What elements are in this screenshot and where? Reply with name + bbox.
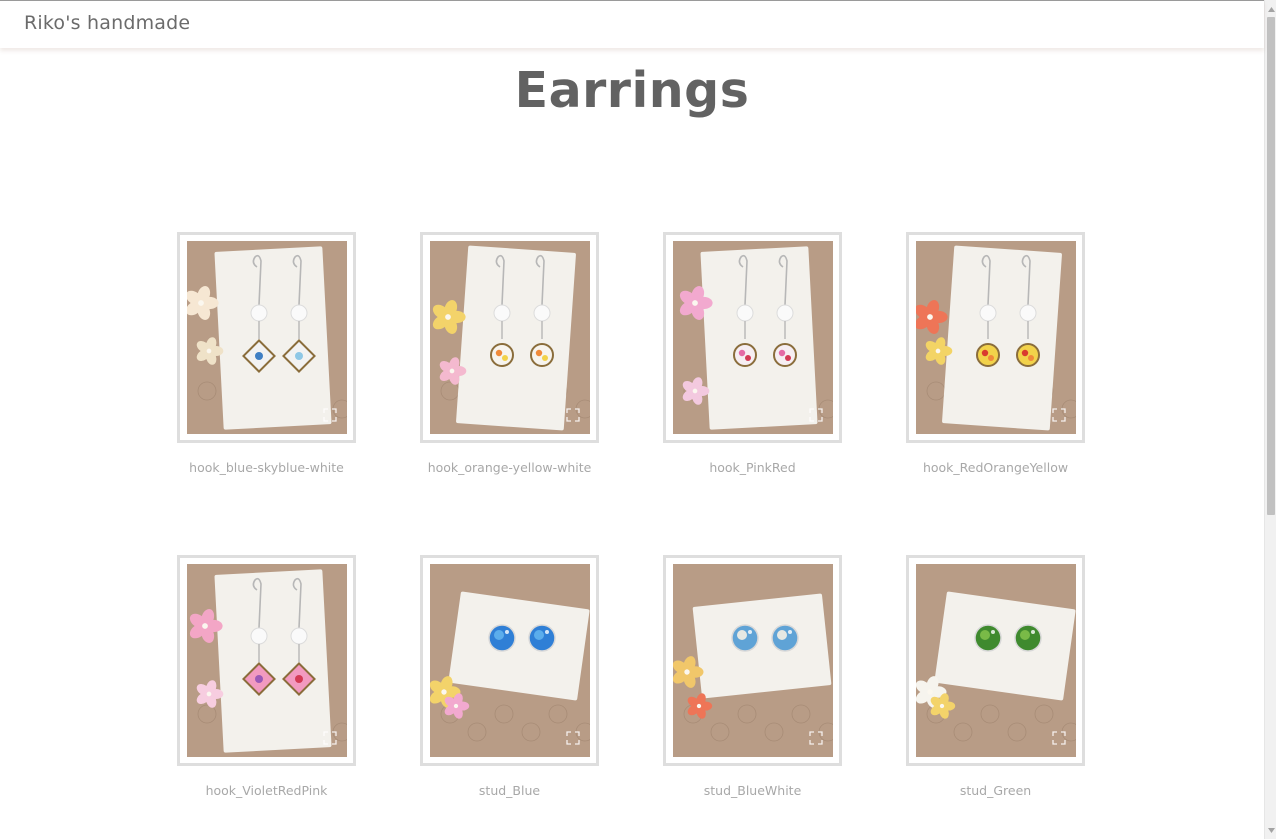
expand-icon[interactable] <box>1052 731 1066 745</box>
product-caption[interactable]: hook_blue-skyblue-white <box>177 460 356 475</box>
scroll-up-arrow-icon[interactable] <box>1265 2 1276 16</box>
expand-icon[interactable] <box>1052 408 1066 422</box>
product-thumbnail[interactable] <box>906 232 1085 443</box>
product-photo <box>916 564 1076 757</box>
product-caption[interactable]: hook_PinkRed <box>663 460 842 475</box>
gallery-item: hook_blue-skyblue-white <box>177 232 356 555</box>
expand-icon[interactable] <box>809 408 823 422</box>
product-photo-art <box>673 564 833 757</box>
gallery-item: hook_PinkRed <box>663 232 842 555</box>
scrollbar-thumb[interactable] <box>1267 17 1275 515</box>
product-photo <box>673 241 833 434</box>
product-photo <box>187 564 347 757</box>
product-caption[interactable]: stud_BlueWhite <box>663 783 842 798</box>
product-photo-art <box>187 564 347 757</box>
product-photo <box>187 241 347 434</box>
product-gallery: hook_blue-skyblue-white hook_orange-yell… <box>177 232 1087 839</box>
product-photo-art <box>916 564 1076 757</box>
product-photo <box>673 564 833 757</box>
gallery-item: hook_orange-yellow-white <box>420 232 599 555</box>
gallery-item: hook_VioletRedPink <box>177 555 356 839</box>
product-photo-art <box>673 241 833 434</box>
expand-icon[interactable] <box>323 408 337 422</box>
browser-viewport: Riko's handmade Earrings hook_blue-skybl… <box>0 0 1276 839</box>
expand-icon[interactable] <box>566 731 580 745</box>
expand-icon[interactable] <box>809 731 823 745</box>
product-photo <box>430 564 590 757</box>
expand-icon[interactable] <box>566 408 580 422</box>
product-caption[interactable]: hook_orange-yellow-white <box>420 460 599 475</box>
product-thumbnail[interactable] <box>177 232 356 443</box>
product-thumbnail[interactable] <box>906 555 1085 766</box>
product-photo-art <box>187 241 347 434</box>
product-caption[interactable]: hook_RedOrangeYellow <box>906 460 1085 475</box>
page-title: Earrings <box>514 62 750 119</box>
gallery-item: stud_Blue <box>420 555 599 839</box>
product-caption[interactable]: stud_Blue <box>420 783 599 798</box>
product-caption[interactable]: stud_Green <box>906 783 1085 798</box>
product-photo <box>430 241 590 434</box>
product-thumbnail[interactable] <box>420 555 599 766</box>
product-thumbnail[interactable] <box>663 232 842 443</box>
scroll-down-arrow-icon[interactable] <box>1265 823 1276 837</box>
expand-icon[interactable] <box>323 731 337 745</box>
product-photo <box>916 241 1076 434</box>
gallery-item: stud_BlueWhite <box>663 555 842 839</box>
brand-link[interactable]: Riko's handmade <box>24 12 190 34</box>
product-photo-art <box>430 241 590 434</box>
product-thumbnail[interactable] <box>663 555 842 766</box>
product-photo-art <box>916 241 1076 434</box>
vertical-scrollbar[interactable] <box>1264 0 1276 839</box>
top-navbar: Riko's handmade <box>0 0 1264 48</box>
product-thumbnail[interactable] <box>177 555 356 766</box>
product-thumbnail[interactable] <box>420 232 599 443</box>
product-photo-art <box>430 564 590 757</box>
product-caption[interactable]: hook_VioletRedPink <box>177 783 356 798</box>
gallery-item: hook_RedOrangeYellow <box>906 232 1085 555</box>
gallery-item: stud_Green <box>906 555 1085 839</box>
